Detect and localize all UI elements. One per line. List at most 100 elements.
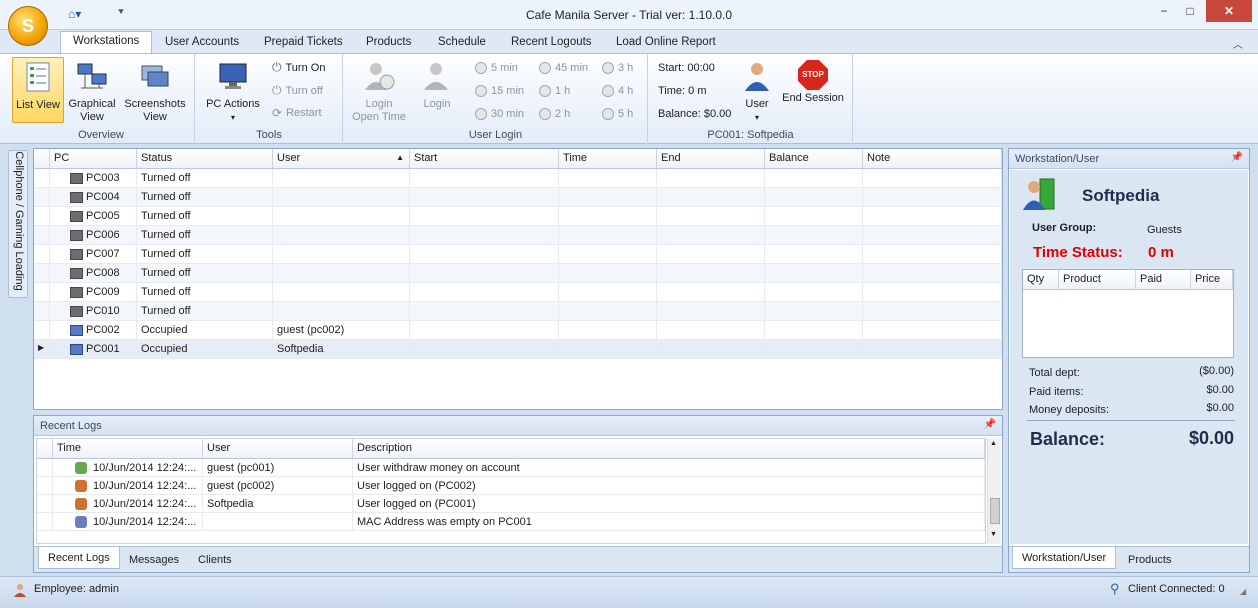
workstation-row[interactable]: PC007 Turned off xyxy=(34,245,1002,264)
clock-icon xyxy=(602,85,614,97)
graphical-view-button[interactable]: Graphical View xyxy=(66,60,118,124)
workstation-row[interactable]: PC004 Turned off xyxy=(34,188,1002,207)
resize-grip-icon[interactable]: ◢ xyxy=(1240,587,1246,596)
column-header-note[interactable]: Note xyxy=(863,149,1002,169)
workstation-row[interactable]: ▶ PC001 Occupied Softpedia xyxy=(34,340,1002,359)
tab-user-accounts[interactable]: User Accounts xyxy=(165,36,239,48)
workstation-row[interactable]: PC010 Turned off xyxy=(34,302,1002,321)
tab-recent-logs[interactable]: Recent Logs xyxy=(38,547,120,569)
tab-workstation-user[interactable]: Workstation/User xyxy=(1012,547,1117,569)
pc-actions-button[interactable]: PC Actions ▾ xyxy=(202,60,264,124)
login-label: Login xyxy=(423,98,451,110)
maximize-button[interactable]: □ xyxy=(1178,0,1202,22)
tab-schedule[interactable]: Schedule xyxy=(438,36,486,48)
recent-logs-tabs: Recent Logs Messages Clients xyxy=(34,546,1002,572)
log-column-header-user[interactable]: User xyxy=(203,439,353,459)
cell-pc: PC005 xyxy=(50,207,137,226)
column-header-status[interactable]: Status xyxy=(137,149,273,169)
turn-off-button[interactable]: ⏻ Turn off xyxy=(272,83,323,98)
column-header-end[interactable]: End xyxy=(657,149,765,169)
column-header-pc[interactable]: PC xyxy=(50,149,137,169)
log-column-header-description[interactable]: Description xyxy=(353,439,985,459)
cell-empty xyxy=(765,302,863,321)
user-button[interactable]: User ▾ xyxy=(739,60,775,124)
column-header-start[interactable]: Start xyxy=(410,149,559,169)
turn-on-button[interactable]: ⏻ Turn On xyxy=(272,60,325,75)
workstation-user-title: Workstation/User xyxy=(1015,153,1100,165)
products-column-header-price[interactable]: Price xyxy=(1191,270,1233,290)
login-2-h-button[interactable]: 2 h xyxy=(539,108,570,120)
scroll-up-icon[interactable]: ▲ xyxy=(990,440,997,447)
tab-products[interactable]: Products xyxy=(366,36,411,48)
login-open-time-button[interactable]: Login Open Time xyxy=(348,60,410,124)
login-3-h-button[interactable]: 3 h xyxy=(602,62,633,74)
login-1-h-button[interactable]: 1 h xyxy=(539,85,570,97)
login-5-min-button[interactable]: 5 min xyxy=(475,62,518,74)
workstation-row[interactable]: PC005 Turned off xyxy=(34,207,1002,226)
collapse-ribbon-icon[interactable]: ︿ xyxy=(1233,36,1243,51)
clock-icon xyxy=(602,108,614,120)
products-column-header-paid[interactable]: Paid xyxy=(1136,270,1191,290)
tab-load-online-report[interactable]: Load Online Report xyxy=(616,36,716,48)
restart-button[interactable]: ⟳ Restart xyxy=(272,106,322,120)
workstation-user-header: Workstation/User 📌 xyxy=(1009,149,1249,169)
login-button[interactable]: Login xyxy=(414,60,460,111)
tools-group-label: Tools xyxy=(256,129,282,141)
cell-user xyxy=(273,188,410,207)
workstation-row[interactable]: PC008 Turned off xyxy=(34,264,1002,283)
tab-recent-logouts[interactable]: Recent Logouts xyxy=(511,36,592,48)
close-button[interactable]: ✕ xyxy=(1206,0,1252,22)
tab-panel-products[interactable]: Products xyxy=(1119,549,1180,571)
log-row[interactable]: 10/Jun/2014 12:24:... guest (pc002) User l… xyxy=(37,477,985,495)
products-column-header-product[interactable]: Product xyxy=(1059,270,1136,290)
ribbon: List View Graphical View Screenshots Vie… xyxy=(0,53,1258,144)
clock-icon xyxy=(539,62,551,74)
workstation-row[interactable]: PC002 Occupied guest (pc002) xyxy=(34,321,1002,340)
app-menu-button[interactable]: S xyxy=(8,6,48,46)
side-tab-cellphone-gaming[interactable]: Cellphone / Gaming Loading xyxy=(8,150,28,298)
tab-messages[interactable]: Messages xyxy=(120,549,188,571)
tab-workstations[interactable]: Workstations xyxy=(60,31,153,54)
products-column-header-qty[interactable]: Qty xyxy=(1023,270,1059,290)
clock-icon xyxy=(475,85,487,97)
login-15-min-button[interactable]: 15 min xyxy=(475,85,524,97)
log-row[interactable]: 10/Jun/2014 12:24:... guest (pc001) User w… xyxy=(37,459,985,477)
column-header-user[interactable]: User ▲ xyxy=(273,149,410,169)
cell-empty xyxy=(863,321,1002,340)
screenshots-view-label-1: Screenshots xyxy=(124,98,186,110)
logs-scrollbar-thumb[interactable] xyxy=(990,498,1000,524)
cell-empty xyxy=(559,169,657,188)
cell-status: Turned off xyxy=(137,264,273,283)
row-indicator xyxy=(34,169,50,188)
tab-clients[interactable]: Clients xyxy=(189,549,241,571)
logs-scrollbar[interactable]: ▲ ▼ xyxy=(987,438,1001,544)
column-header-balance[interactable]: Balance xyxy=(765,149,863,169)
log-row[interactable]: 10/Jun/2014 12:24:... Softpedia User logge… xyxy=(37,495,985,513)
log-cell-desc: MAC Address was empty on PC001 xyxy=(353,513,985,531)
pc-name: PC003 xyxy=(86,172,120,184)
login-30-min-button[interactable]: 30 min xyxy=(475,108,524,120)
log-cell-desc: User withdraw money on account xyxy=(353,459,985,477)
row-indicator xyxy=(37,477,53,495)
end-session-button[interactable]: STOP End Session xyxy=(781,60,845,105)
cell-empty xyxy=(765,188,863,207)
pin-icon[interactable]: 📌 xyxy=(1231,152,1243,163)
list-view-button[interactable]: List View xyxy=(12,57,64,123)
workstation-row[interactable]: PC009 Turned off xyxy=(34,283,1002,302)
power-on-icon: ⏻ xyxy=(272,60,282,74)
column-header-time[interactable]: Time xyxy=(559,149,657,169)
screenshots-view-button[interactable]: Screenshots View xyxy=(122,60,188,124)
tab-prepaid-tickets[interactable]: Prepaid Tickets xyxy=(264,36,343,48)
row-indicator xyxy=(37,513,53,531)
minimize-button[interactable]: − xyxy=(1153,0,1175,22)
money-deposits-label: Money deposits: xyxy=(1029,404,1110,416)
pin-icon[interactable]: 📌 xyxy=(984,419,996,430)
login-4-h-button[interactable]: 4 h xyxy=(602,85,633,97)
log-row[interactable]: 10/Jun/2014 12:24:... MAC Address was emp… xyxy=(37,513,985,531)
scroll-down-icon[interactable]: ▼ xyxy=(990,531,997,538)
workstation-row[interactable]: PC006 Turned off xyxy=(34,226,1002,245)
log-column-header-time[interactable]: Time xyxy=(53,439,203,459)
login-5-h-button[interactable]: 5 h xyxy=(602,108,633,120)
workstation-row[interactable]: PC003 Turned off xyxy=(34,169,1002,188)
login-45-min-button[interactable]: 45 min xyxy=(539,62,588,74)
